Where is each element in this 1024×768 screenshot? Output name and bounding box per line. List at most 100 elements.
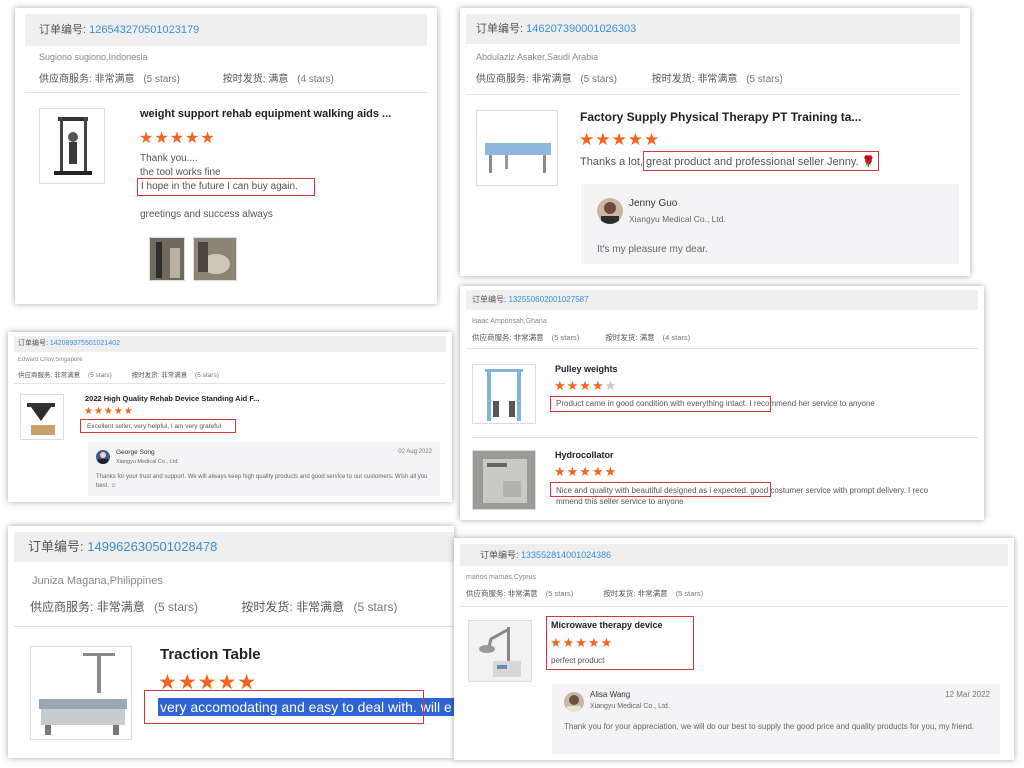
order-label: 订单编号:: [480, 550, 519, 560]
person-icon: [567, 695, 581, 712]
product-title-link[interactable]: weight support rehab equipment walking a…: [140, 108, 410, 120]
service-stars-text: (5 stars): [580, 74, 618, 85]
rating-row: 供应商服务: 非常满意 (5 stars) 按时发货: 非常满意 (5 star…: [30, 598, 397, 615]
review-card-4: 订单编号: 132550602001027587 Isaac Amponsah,…: [460, 286, 984, 520]
rating-stars: ★★★★★: [554, 464, 618, 479]
seller-reply: Alisa Wang Xiangyu Medical Co., Ltd. 12 …: [552, 684, 1000, 754]
rating-stars: ★★★★★: [554, 378, 617, 394]
service-stars-text: (5 stars): [143, 74, 181, 85]
standing-aid-image: [27, 403, 55, 435]
buyer-name: Edward Chov,Singapore: [18, 357, 83, 363]
product-image[interactable]: [39, 108, 105, 184]
service-stars-text: (5 stars): [545, 589, 574, 598]
delivery-value: 非常满意: [296, 600, 345, 614]
avatar: [597, 198, 623, 224]
review-line-4: greetings and success always: [140, 209, 273, 220]
seller-reply: George Song Xiangyu Medical Co., Ltd. 02…: [88, 442, 440, 496]
delivery-value: 满意: [268, 74, 289, 85]
service-value: 非常满意: [96, 600, 145, 614]
service-value: 非常满意: [531, 74, 572, 85]
reply-company: Xiangyu Medical Co., Ltd.: [629, 214, 726, 224]
service-label: 供应商服务:: [18, 372, 53, 379]
hydrocollator-image: [483, 459, 527, 503]
delivery-value: 满意: [639, 333, 655, 342]
reply-name: Jenny Guo: [629, 198, 678, 209]
order-label: 订单编号:: [18, 340, 48, 347]
delivery-value: 非常满意: [697, 74, 738, 85]
rating-row: 供应商服务: 非常满意 (5 stars) 按时发货: 非常满意 (5 star…: [18, 369, 219, 379]
reply-date: 02 Aug 2022: [398, 449, 432, 455]
traction-table-image: [39, 653, 127, 735]
product-image[interactable]: [476, 110, 558, 186]
buyer-name: Abdulaziz Asaker,Saudi Arabia: [476, 52, 599, 62]
microwave-device-image: [479, 627, 521, 677]
order-label: 订单编号:: [472, 295, 507, 304]
review-card-5: 订单编号: 149962630501028478 Juniza Magana,P…: [8, 526, 454, 758]
service-label: 供应商服务:: [39, 74, 92, 85]
product-title-link[interactable]: 2022 High Quality Rehab Device Standing …: [85, 394, 285, 403]
product-image[interactable]: [20, 394, 64, 440]
rating-stars: ★★★★★: [579, 130, 661, 149]
delivery-stars-text: (5 stars): [195, 372, 219, 379]
delivery-stars-text: (5 stars): [675, 589, 704, 598]
delivery-label: 按时发货:: [241, 600, 293, 614]
review-photo-2[interactable]: [193, 237, 237, 281]
buyer-name: Sugiono sugiono,Indonesia: [39, 52, 148, 62]
service-value: 非常满意: [54, 372, 81, 379]
reply-company: Xiangyu Medical Co., Ltd.: [116, 459, 179, 465]
order-label: 订单编号:: [39, 24, 87, 36]
order-header: 订单编号: 146207390001026303: [466, 14, 960, 44]
delivery-label: 按时发货:: [222, 74, 266, 85]
rating-row: 供应商服务: 非常满意 (5 stars) 按时发货: 满意 (4 stars): [472, 332, 690, 343]
order-header: 订单编号: 132550602001027587: [466, 290, 978, 310]
order-number-link[interactable]: 133552814001024386: [521, 550, 611, 560]
review-photo-1[interactable]: [149, 237, 185, 281]
divider: [14, 626, 454, 627]
review-card-6: 订单编号: 133552814001024386 marios mamas,Cy…: [454, 538, 1014, 760]
divider: [466, 348, 978, 349]
product-title-link[interactable]: Hydrocollator: [555, 450, 614, 460]
product-image[interactable]: [30, 646, 132, 740]
order-number-link[interactable]: 146207390001026303: [526, 23, 636, 35]
walking-aid-image: [54, 117, 92, 175]
order-number-link[interactable]: 1265432705010231​79: [89, 24, 199, 36]
order-header: 订单编号: 1265432705010231​79: [25, 14, 427, 46]
product-title-link[interactable]: Factory Supply Physical Therapy PT Train…: [580, 110, 870, 124]
highlight-box: [550, 482, 771, 497]
product-title-link[interactable]: Pulley weights: [555, 364, 618, 374]
product-image-hydrocollator[interactable]: [472, 450, 536, 510]
service-stars-text: (5 stars): [87, 372, 112, 379]
review-text-c: mmend this seller service to anyone: [556, 497, 684, 506]
delivery-value: 非常满意: [637, 589, 668, 598]
order-number-link[interactable]: 142089375501021402: [50, 340, 120, 347]
therapy-table-image: [485, 143, 551, 173]
buyer-name: Juniza Magana,Philippines: [32, 575, 163, 587]
service-stars-text: (5 stars): [551, 333, 580, 342]
seller-reply: Jenny Guo Xiangyu Medical Co., Ltd. It's…: [581, 184, 959, 264]
product-title-link[interactable]: Traction Table: [160, 646, 261, 663]
review-card-1: 订单编号: 1265432705010231​79 Sugiono sugion…: [15, 8, 437, 304]
highlight-box: [643, 151, 879, 171]
divider: [460, 606, 1008, 607]
rating-stars: ★★★★★: [139, 130, 216, 147]
product-image-pulley[interactable]: [472, 364, 536, 424]
highlight-box: [80, 419, 236, 433]
rating-row: 供应商服务: 非常满意 (5 stars) 按时发货: 满意 (4 stars): [39, 70, 334, 85]
rating-stars: ★★★★★: [84, 406, 134, 417]
avatar: [564, 692, 584, 712]
order-header: 订单编号: 133552814001024386: [460, 544, 1008, 566]
rating-row: 供应商服务: 非常满意 (5 stars) 按时发货: 非常满意 (5 star…: [466, 588, 703, 599]
divider: [25, 92, 427, 93]
highlight-box: [550, 396, 771, 412]
order-number-link[interactable]: 132550602001027587: [508, 295, 588, 304]
divider: [472, 437, 978, 438]
product-image[interactable]: [468, 620, 532, 682]
delivery-label: 按时发货:: [651, 74, 695, 85]
reply-text: Thanks for your trust and support. We wi…: [96, 474, 428, 489]
service-value: 非常满意: [513, 333, 544, 342]
reply-name: Alisa Wang: [590, 690, 631, 699]
order-header: 订单编号: 149962630501028478: [14, 532, 454, 562]
order-number-link[interactable]: 149962630501028478: [87, 539, 217, 554]
service-label: 供应商服务:: [30, 600, 94, 614]
divider: [466, 94, 960, 95]
